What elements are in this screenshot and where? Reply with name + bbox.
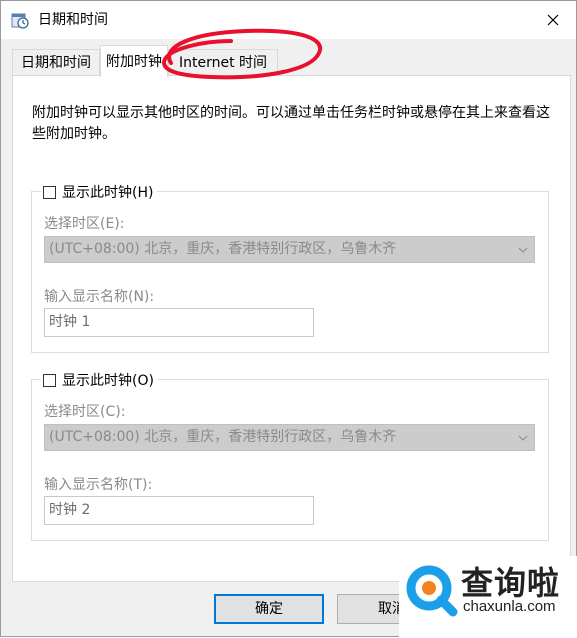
date-time-dialog: 日期和时间 日期和时间 附加时钟 Internet 时间 附加时钟可以显示其他时… xyxy=(0,0,577,638)
display-name-2-input[interactable]: 时钟 2 xyxy=(44,496,314,525)
ok-button[interactable]: 确定 xyxy=(214,594,324,624)
watermark: 查询啦 chaxunla.com xyxy=(399,556,577,638)
show-clock-1-checkbox[interactable]: 显示此时钟(H) xyxy=(41,182,158,202)
close-icon xyxy=(547,14,559,26)
show-clock-1-label: 显示此时钟(H) xyxy=(62,185,154,201)
tab-internet-time[interactable]: Internet 时间 xyxy=(168,49,278,75)
show-clock-2-label: 显示此时钟(O) xyxy=(62,373,154,389)
tab-additional-clocks[interactable]: 附加时钟 xyxy=(100,45,168,77)
timezone-2-select[interactable]: (UTC+08:00) 北京，重庆，香港特别行政区，乌鲁木齐 xyxy=(44,424,535,451)
display-name-2-label: 输入显示名称(T): xyxy=(44,477,153,493)
close-button[interactable] xyxy=(530,1,576,39)
timezone-1-select[interactable]: (UTC+08:00) 北京，重庆，香港特别行政区，乌鲁木齐 xyxy=(44,236,535,263)
timezone-2-label: 选择时区(C): xyxy=(44,404,126,420)
timezone-2-value: (UTC+08:00) 北京，重庆，香港特别行政区，乌鲁木齐 xyxy=(49,429,397,445)
timezone-1-value: (UTC+08:00) 北京，重庆，香港特别行政区，乌鲁木齐 xyxy=(49,241,397,257)
checkbox-box[interactable] xyxy=(43,373,56,387)
chevron-down-icon xyxy=(518,247,528,253)
title-bar: 日期和时间 xyxy=(1,1,576,39)
clock-calendar-icon xyxy=(11,13,29,29)
window-title: 日期和时间 xyxy=(38,12,108,28)
checkbox-box[interactable] xyxy=(43,185,56,199)
watermark-url: chaxunla.com xyxy=(463,598,556,615)
timezone-1-label: 选择时区(E): xyxy=(44,216,125,232)
show-clock-2-checkbox[interactable]: 显示此时钟(O) xyxy=(41,370,158,390)
display-name-1-input[interactable]: 时钟 1 xyxy=(44,308,314,337)
chevron-down-icon xyxy=(518,435,528,441)
tab-date-time[interactable]: 日期和时间 xyxy=(12,49,100,75)
description-text: 附加时钟可以显示其他时区的时间。可以通过单击任务栏时钟或悬停在其上来查看这些附加… xyxy=(32,105,550,142)
search-magnifier-logo-icon xyxy=(406,565,458,617)
display-name-1-label: 输入显示名称(N): xyxy=(44,289,155,305)
